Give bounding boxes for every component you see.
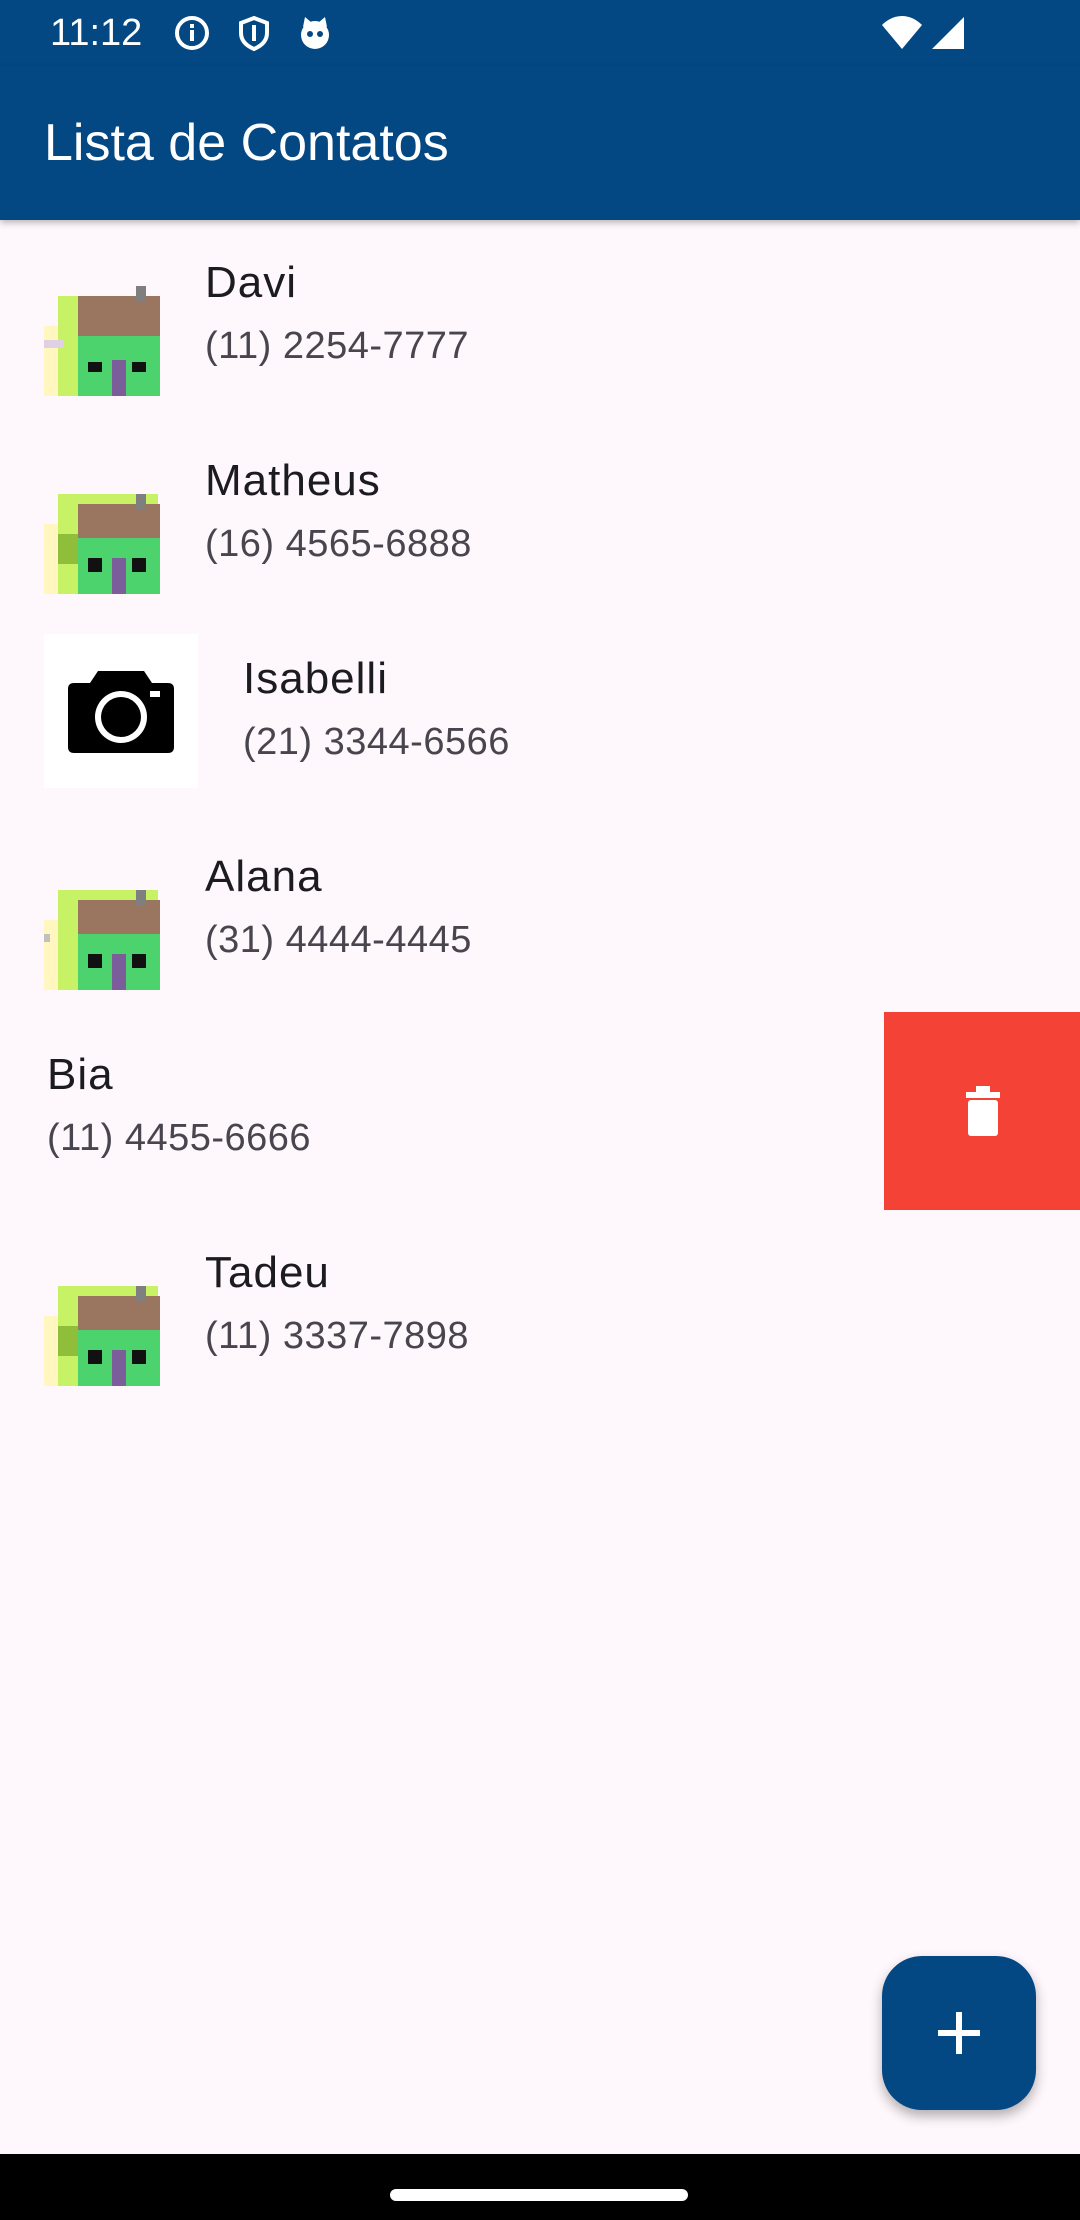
add-contact-button[interactable] <box>882 1956 1036 2110</box>
signal-icon <box>932 17 964 49</box>
wifi-icon <box>882 16 922 49</box>
pixel-house-avatar <box>44 494 160 594</box>
contact-row-bia[interactable]: Bia (11) 4455-6666 <box>0 1012 1080 1210</box>
contact-text: Tadeu (11) 3337-7898 <box>205 1246 469 1362</box>
pixel-house-avatar <box>44 286 160 396</box>
contact-row-isabelli[interactable]: Isabelli (21) 3344-6566 <box>0 616 1080 814</box>
camera-icon <box>68 671 174 753</box>
contact-name: Tadeu <box>205 1248 330 1297</box>
contact-row-alana[interactable]: Alana (31) 4444-4445 <box>0 814 1080 1012</box>
contact-name: Davi <box>205 258 298 307</box>
trash-icon <box>966 1086 1000 1136</box>
contact-text: Matheus (16) 4565-6888 <box>205 454 472 570</box>
contact-name: Bia <box>47 1050 114 1099</box>
contact-row-davi[interactable]: Davi (11) 2254-7777 <box>0 220 1080 418</box>
contact-row-matheus[interactable]: Matheus (16) 4565-6888 <box>0 418 1080 616</box>
status-time: 11:12 <box>50 12 143 54</box>
status-bar: 11:12 <box>0 0 1080 66</box>
contact-text: Davi (11) 2254-7777 <box>205 256 469 372</box>
pixel-house-avatar <box>44 890 160 990</box>
contact-text: Isabelli (21) 3344-6566 <box>243 652 510 768</box>
contact-text: Alana (31) 4444-4445 <box>205 850 472 966</box>
contact-name: Alana <box>205 852 323 901</box>
contact-name: Matheus <box>205 456 381 505</box>
contact-name: Isabelli <box>243 654 388 703</box>
contact-row-tadeu[interactable]: Tadeu (11) 3337-7898 <box>0 1210 1080 1408</box>
page-title: Lista de Contatos <box>44 114 449 172</box>
info-icon <box>175 16 209 50</box>
contact-phone: (11) 4455-6666 <box>47 1117 312 1159</box>
contact-text: Bia (11) 4455-6666 <box>47 1048 311 1164</box>
cat-icon <box>301 17 329 49</box>
app-bar: Lista de Contatos <box>0 66 1080 220</box>
contact-phone: (16) 4565-6888 <box>205 523 472 565</box>
contact-phone: (11) 3337-7898 <box>205 1315 470 1357</box>
delete-swipe-action[interactable] <box>884 1012 1080 1210</box>
pixel-house-avatar <box>44 1286 160 1386</box>
contact-phone: (21) 3344-6566 <box>243 721 510 763</box>
shield-icon <box>239 15 269 52</box>
navigation-bar <box>0 2154 1080 2220</box>
contact-phone: (31) 4444-4445 <box>205 919 472 961</box>
home-gesture-handle[interactable] <box>390 2189 688 2201</box>
contact-phone: (11) 2254-7777 <box>205 325 470 367</box>
plus-icon <box>938 2012 980 2054</box>
contact-photo <box>44 634 198 788</box>
